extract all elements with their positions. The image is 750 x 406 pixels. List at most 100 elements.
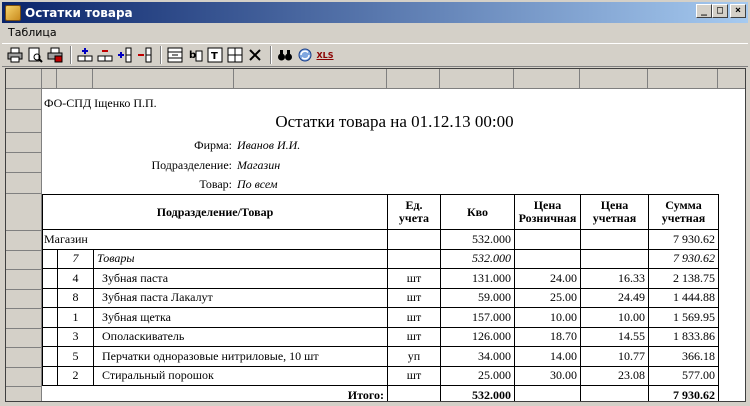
row-header[interactable]	[6, 89, 42, 110]
toolbar-separator	[270, 46, 272, 64]
column-header[interactable]	[93, 69, 234, 89]
company-name: ФО-СПД Іщенко П.П.	[44, 96, 157, 110]
column-header[interactable]	[387, 69, 440, 89]
print-setup-icon[interactable]	[46, 46, 64, 64]
stock-table: Подразделение/Товар Ед. учета Кво Цена Р…	[42, 194, 719, 401]
column-header[interactable]	[648, 69, 718, 89]
total-qty: 532.000	[440, 385, 515, 401]
row-header[interactable]	[6, 348, 42, 368]
print-preview-icon[interactable]	[26, 46, 44, 64]
item-retail-price: 14.00	[514, 346, 581, 367]
param-label-firm: Фирма:	[194, 138, 232, 152]
row-header[interactable]	[6, 173, 42, 194]
item-name: Зубная паста Лакалут	[93, 287, 388, 308]
add-row-icon[interactable]	[76, 46, 94, 64]
cell-empty	[514, 248, 581, 269]
column-header[interactable]	[42, 69, 57, 89]
report-sheet[interactable]: ФО-СПД Іщенко П.П. Остатки товара на 01.…	[5, 68, 746, 402]
column-header[interactable]	[440, 69, 514, 89]
total-row[interactable]: Итого: 532.000 7 930.62	[42, 385, 719, 401]
merge-cells-icon[interactable]	[166, 46, 184, 64]
group-name: Товары	[93, 248, 388, 269]
item-retail-price: 24.00	[514, 268, 581, 289]
item-retail-price: 10.00	[514, 307, 581, 328]
add-column-icon[interactable]	[116, 46, 134, 64]
row-header[interactable]	[6, 387, 42, 401]
division-row[interactable]: Магазин 532.000 7 930.62	[42, 229, 719, 250]
table-row[interactable]: 8 Зубная паста Лакалут шт 59.000 25.00 2…	[42, 287, 719, 308]
maximize-button[interactable]: □	[712, 4, 728, 18]
close-button[interactable]: ×	[730, 4, 746, 18]
row-header[interactable]	[6, 270, 42, 290]
cell-empty	[580, 229, 649, 250]
text-format-icon[interactable]: T	[206, 46, 224, 64]
column-header[interactable]	[580, 69, 648, 89]
item-unit: шт	[387, 365, 441, 386]
total-sum: 7 930.62	[648, 385, 719, 401]
toolbar-separator	[70, 46, 72, 64]
group-row[interactable]: 7 Товары 532.000 7 930.62	[42, 248, 719, 269]
item-code: 8	[57, 287, 94, 308]
division-sum: 7 930.62	[648, 229, 719, 250]
find-binoculars-icon[interactable]	[276, 46, 294, 64]
toolbar: b T XLS	[2, 43, 748, 67]
column-header-strip	[6, 69, 745, 89]
row-header[interactable]	[6, 367, 42, 387]
total-label: Итого:	[42, 385, 388, 401]
param-value-item: По всем	[237, 177, 278, 191]
minimize-button[interactable]: _	[696, 4, 712, 18]
borders-icon[interactable]	[226, 46, 244, 64]
item-acc-price: 10.77	[580, 346, 649, 367]
row-header[interactable]	[6, 309, 42, 329]
table-row[interactable]: 4 Зубная паста шт 131.000 24.00 16.33 2 …	[42, 268, 719, 289]
column-header[interactable]	[57, 69, 93, 89]
menu-bar: Таблица	[2, 23, 748, 42]
table-row[interactable]: 1 Зубная щетка шт 157.000 10.00 10.00 1 …	[42, 307, 719, 328]
item-qty: 34.000	[440, 346, 515, 367]
row-header[interactable]	[6, 133, 42, 153]
menu-table[interactable]: Таблица	[2, 26, 63, 39]
text-wrap-icon[interactable]: b	[186, 46, 204, 64]
print-icon[interactable]	[6, 46, 24, 64]
header-unit: Ед. учета	[387, 194, 441, 230]
item-name: Зубная паста	[93, 268, 388, 289]
param-value-firm: Иванов И.И.	[237, 138, 301, 152]
row-header[interactable]	[6, 194, 42, 231]
table-row[interactable]: 3 Ополаскиватель шт 126.000 18.70 14.55 …	[42, 326, 719, 347]
corner-cell[interactable]	[6, 69, 42, 89]
item-acc-sum: 577.00	[648, 365, 719, 386]
delete-column-icon[interactable]	[136, 46, 154, 64]
group-code: 7	[57, 248, 94, 269]
clear-icon[interactable]	[246, 46, 264, 64]
title-bar[interactable]: Остатки товара _ □ ×	[2, 2, 748, 23]
report-title: Остатки товара на 01.12.13 00:00	[275, 112, 514, 131]
column-header[interactable]	[234, 69, 387, 89]
indent-cell	[42, 326, 58, 347]
row-header[interactable]	[6, 328, 42, 348]
row-header[interactable]	[6, 110, 42, 133]
refresh-icon[interactable]	[296, 46, 314, 64]
item-code: 3	[57, 326, 94, 347]
table-row[interactable]: 2 Стиральный порошок шт 25.000 30.00 23.…	[42, 365, 719, 386]
item-acc-price: 16.33	[580, 268, 649, 289]
row-header[interactable]	[6, 250, 42, 270]
item-acc-sum: 366.18	[648, 346, 719, 367]
item-qty: 126.000	[440, 326, 515, 347]
header-retail-price: Цена Розничная	[514, 194, 581, 230]
item-code: 4	[57, 268, 94, 289]
export-xls-icon[interactable]: XLS	[316, 46, 334, 64]
param-label-item: Товар:	[199, 177, 232, 191]
column-header[interactable]	[514, 69, 580, 89]
delete-row-icon[interactable]	[96, 46, 114, 64]
row-header[interactable]	[6, 289, 42, 309]
item-unit: шт	[387, 307, 441, 328]
row-header[interactable]	[6, 153, 42, 173]
indent-cell	[42, 346, 58, 367]
table-row[interactable]: 5 Перчатки одноразовые нитриловые, 10 шт…	[42, 346, 719, 367]
item-acc-price: 24.49	[580, 287, 649, 308]
indent-cell	[42, 268, 58, 289]
item-acc-price: 14.55	[580, 326, 649, 347]
item-unit: шт	[387, 326, 441, 347]
column-header[interactable]	[718, 69, 745, 89]
row-header[interactable]	[6, 231, 42, 251]
